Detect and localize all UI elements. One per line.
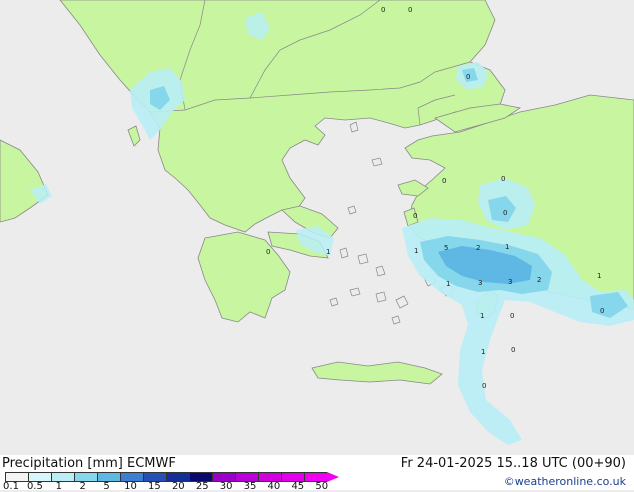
value-label-samos: 1 bbox=[414, 247, 418, 255]
value-label-rhodes-east: 0 bbox=[510, 312, 514, 320]
precipitation-map: 0 0 0 0 0 0 0 0 1 1 5 2 1 1 3 3 2 1 0 1 … bbox=[0, 0, 634, 455]
value-label-peloponnese: 0 bbox=[266, 248, 270, 256]
scale-tick-label: 0.5 bbox=[26, 481, 43, 492]
scale-tick-label: 30 bbox=[219, 481, 233, 492]
map-title: Precipitation [mm] ECMWF bbox=[2, 456, 176, 471]
value-label-bodrum: 3 bbox=[478, 279, 482, 287]
value-label-marmaris: 3 bbox=[508, 278, 512, 286]
value-label-mugla-north: 1 bbox=[505, 243, 509, 251]
value-label-bulgaria-1: 0 bbox=[381, 6, 385, 14]
scale-tick-label: 1 bbox=[55, 481, 62, 492]
value-label-aydin: 2 bbox=[476, 244, 480, 252]
valid-time: Fr 24-01-2025 15..18 UTC (00+90) bbox=[400, 456, 626, 471]
scale-tick-label: 10 bbox=[124, 481, 137, 492]
value-label-sea-south-3: 0 bbox=[482, 382, 486, 390]
value-label-sea-south-2: 0 bbox=[511, 346, 515, 354]
value-label-kos: 1 bbox=[446, 280, 450, 288]
scale-tick-label: 2 bbox=[79, 481, 86, 492]
value-label-sea-south-1: 1 bbox=[481, 348, 485, 356]
legend-footer: Precipitation [mm] ECMWF Fr 24-01-2025 1… bbox=[0, 455, 634, 492]
scale-tick-label: 40 bbox=[267, 481, 281, 492]
scale-tick-label: 35 bbox=[243, 481, 257, 492]
value-label-bulgaria-2: 0 bbox=[408, 6, 412, 14]
scale-tick-label: 25 bbox=[195, 481, 209, 492]
scale-tick-label: 50 bbox=[315, 481, 329, 492]
value-label-anatolia-north: 0 bbox=[501, 175, 505, 183]
value-label-antalya-coast: 0 bbox=[600, 307, 604, 315]
scale-tick-label: 0.1 bbox=[3, 481, 19, 492]
value-label-chios: 0 bbox=[413, 212, 417, 220]
credit-link[interactable]: ©weatheronline.co.uk bbox=[504, 475, 626, 488]
scale-tick-label: 45 bbox=[291, 481, 305, 492]
value-label-lesbos: 0 bbox=[442, 177, 446, 185]
value-label-fethiye: 2 bbox=[537, 276, 541, 284]
scale-tick-label: 20 bbox=[171, 481, 185, 492]
value-label-istanbul: 0 bbox=[466, 73, 470, 81]
value-label-izmir: 0 bbox=[503, 209, 507, 217]
value-label-attica: 1 bbox=[326, 248, 330, 256]
value-label-antalya-inland: 1 bbox=[597, 272, 601, 280]
scale-tick-label: 5 bbox=[103, 481, 110, 492]
value-label-rhodes-north: 1 bbox=[480, 312, 484, 320]
value-label-kusadasi: 5 bbox=[444, 244, 448, 252]
scale-tick-label: 15 bbox=[148, 481, 161, 492]
